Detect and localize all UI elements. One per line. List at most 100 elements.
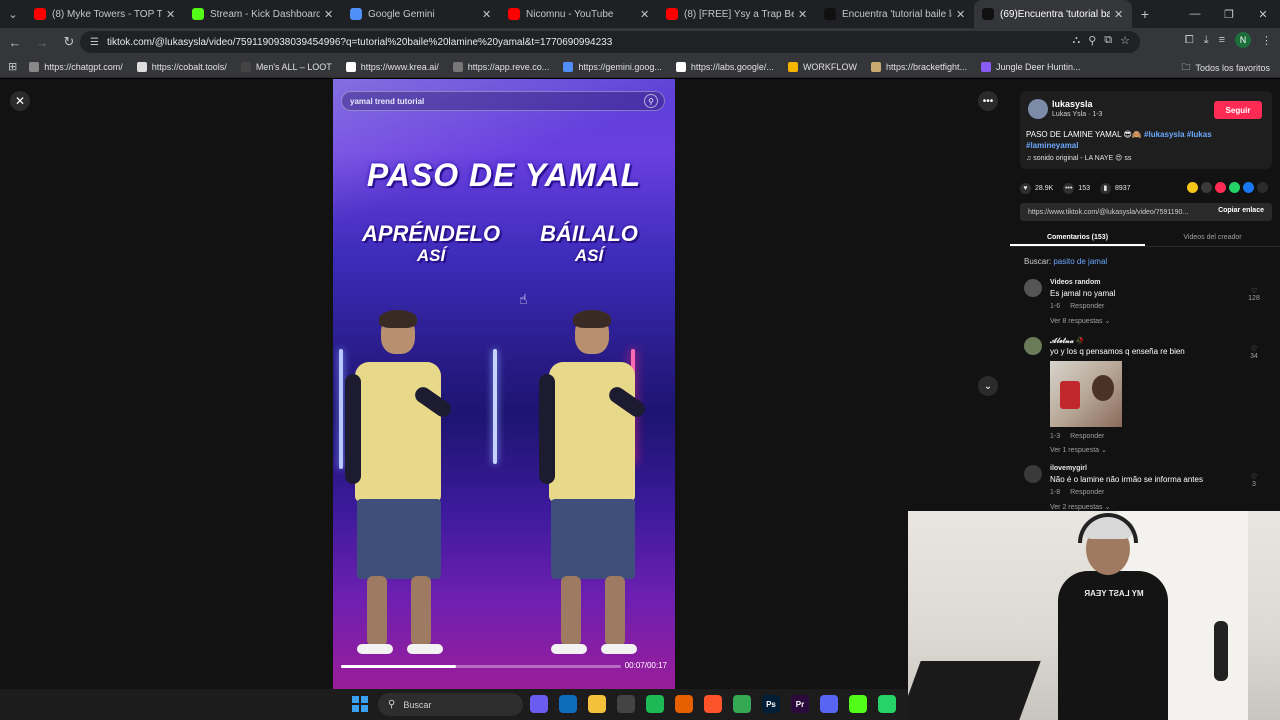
search-suggestion-link[interactable]: pasito de jamal [1053,257,1107,266]
avatar[interactable] [1024,465,1042,483]
view-replies-button[interactable]: Ver 1 respuesta ⌄ [1050,446,1107,454]
media-icon[interactable]: ≡ [1219,34,1225,46]
close-video-button[interactable]: ✕ [10,91,30,111]
restore-icon[interactable]: ❐ [1212,0,1246,28]
video-progress-bar[interactable] [341,665,621,668]
bookmark-item[interactable]: https://gemini.goog... [563,61,662,72]
video-player[interactable]: yamal trend tutorial ⚲ PASO DE YAMAL APR… [333,79,675,689]
minimize-icon[interactable]: — [1178,0,1212,28]
music-link[interactable]: ♫ sonido original - LA NAYE 😍 ss [1026,154,1131,162]
tab-close-icon[interactable]: ✕ [324,8,334,21]
bookmark-item[interactable]: https://app.reve.co... [452,61,549,72]
avatar[interactable] [1028,99,1048,119]
tab-close-icon[interactable]: ✕ [798,8,808,21]
tab-close-icon[interactable]: ✕ [482,8,492,21]
new-tab-button[interactable]: + [1132,6,1158,22]
tab-comments[interactable]: Comentarios (153) [1010,229,1145,246]
explorer-icon[interactable] [588,695,606,713]
comment-user[interactable]: Videos random [1050,279,1100,286]
taskbar-search[interactable]: ⚲ Buscar [378,693,523,716]
video-search-bar[interactable]: yamal trend tutorial ⚲ [341,91,665,111]
copilot-icon[interactable] [530,695,548,713]
bookmark-item[interactable]: https://labs.google/... [675,61,774,72]
discord-icon[interactable] [820,695,838,713]
save-button[interactable]: ▮ 8937 [1099,182,1131,194]
gear-icon[interactable] [617,695,635,713]
tab-close-icon[interactable]: ✕ [166,8,176,21]
browser-tab[interactable]: Encuentra 'tutorial baile lamine ✕ [816,0,974,28]
next-video-button[interactable]: ⌄ [978,376,998,396]
share-coin-icon[interactable] [1187,182,1198,193]
browser-tab[interactable]: Nicomnu - YouTube ✕ [500,0,658,28]
whatsapp-icon[interactable] [1229,182,1240,193]
browser-tab[interactable]: Stream - Kick Dashboard ✕ [184,0,342,28]
tab-close-icon[interactable]: ✕ [956,8,966,21]
embed-icon[interactable] [1201,182,1212,193]
window-close-icon[interactable]: ✕ [1246,0,1280,28]
bookmark-item[interactable]: https://chatgpt.com/ [29,61,123,72]
share-red-icon[interactable] [1215,182,1226,193]
profile-avatar[interactable]: N [1235,32,1251,48]
windows-start-icon[interactable] [352,696,368,712]
comment-button[interactable]: ••• 153 [1063,182,1090,194]
browser-tab[interactable]: (8) [FREE] Ysy a Trap Beat Instru ✕ [658,0,816,28]
comment-user[interactable]: ilovemygirl [1050,465,1087,472]
bookmark-item[interactable]: https://cobalt.tools/ [136,61,227,72]
spotify-icon[interactable] [646,695,664,713]
more-options-button[interactable]: ••• [978,91,998,111]
comment-like-button[interactable]: ♡ 3 [1244,473,1264,488]
bookmark-star-icon[interactable]: ☆ [1120,34,1130,47]
browser-tab[interactable]: (69)Encuentra 'tutorial baile ✕ [974,0,1132,28]
comment-image[interactable] [1050,361,1122,427]
firefox-icon[interactable] [675,695,693,713]
premiere-icon[interactable]: Pr [791,695,809,713]
apps-grid-icon[interactable]: ⊞ [8,60,17,73]
reload-icon[interactable]: ↻ [57,30,81,54]
comment-user[interactable]: 𝓐𝓵𝓮𝓽𝓷𝓪 🥀 [1050,337,1085,346]
browser-tab[interactable]: Google Gemini ✕ [342,0,500,28]
bookmark-item[interactable]: WORKFLOW [787,61,857,72]
menu-icon[interactable]: ⋮ [1261,34,1272,47]
view-replies-button[interactable]: Ver 8 respuestas ⌄ [1050,317,1110,325]
author-username[interactable]: lukasysla [1052,99,1093,109]
bookmark-item[interactable]: Men's ALL – LOOT [240,61,332,72]
like-button[interactable]: ♥ 28.9K [1020,182,1053,194]
tab-close-icon[interactable]: ✕ [1114,8,1124,21]
search-icon[interactable]: ⚲ [644,94,658,108]
extensions-icon[interactable]: ⧠ [1185,34,1194,47]
share-arrow-icon[interactable] [1257,182,1268,193]
bookmark-item[interactable]: https://bracketfight... [870,61,967,72]
view-replies-button[interactable]: Ver 2 respuestas ⌄ [1050,503,1110,511]
photoshop-icon[interactable]: Ps [762,695,780,713]
facebook-icon[interactable] [1243,182,1254,193]
browser-tab[interactable]: (8) Myke Towers - TOP TIER (Vi ✕ [26,0,184,28]
whatsapp-icon[interactable] [878,695,896,713]
reply-button[interactable]: Responder [1070,489,1104,496]
avatar[interactable] [1024,337,1042,355]
avatar[interactable] [1024,279,1042,297]
outlook-icon[interactable] [559,695,577,713]
chrome-icon[interactable] [733,695,751,713]
translate-icon[interactable]: ⛬ [1073,34,1081,47]
brave-icon[interactable] [704,695,722,713]
all-bookmarks[interactable]: 🗀 Todos los favoritos [1181,60,1270,76]
tab-creator-videos[interactable]: Videos del creador [1145,229,1280,246]
back-icon[interactable]: ← [3,30,27,54]
reply-button[interactable]: Responder [1070,433,1104,440]
install-app-icon[interactable]: ⧉ [1104,34,1112,47]
bookmark-item[interactable]: Jungle Deer Huntin... [980,61,1081,72]
download-icon[interactable]: ⤓ [1204,34,1209,47]
kick-icon[interactable] [849,695,867,713]
reply-button[interactable]: Responder [1070,303,1104,310]
bookmark-item[interactable]: https://www.krea.ai/ [345,61,439,72]
copy-link-button[interactable]: Copiar enlace [1218,207,1264,214]
tab-search-icon[interactable]: ⌄ [0,0,26,28]
comment-like-button[interactable]: ♡ 34 [1244,345,1264,360]
site-info-icon[interactable]: ☰ [90,37,99,48]
zoom-icon[interactable]: ⚲ [1088,34,1096,47]
address-bar[interactable]: ☰ tiktok.com/@lukasysla/video/7591190938… [80,31,1140,53]
forward-icon[interactable]: → [30,30,54,54]
comment-like-button[interactable]: ♡ 128 [1244,287,1264,302]
tab-close-icon[interactable]: ✕ [640,8,650,21]
follow-button[interactable]: Seguir [1214,101,1262,119]
